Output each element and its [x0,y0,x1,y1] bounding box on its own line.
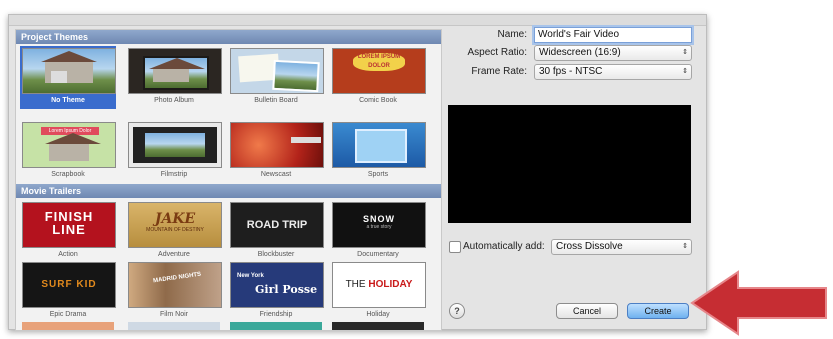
adventure-title: JAKE [154,211,196,227]
trailer-label: Action [58,251,78,258]
epic-drama-thumbnail: SURF KID [22,262,116,308]
trailer-film-noir[interactable]: MADRID NIGHTS Film Noir [126,262,222,318]
sports-thumbnail [332,122,426,168]
blockbuster-thumbnail: ROAD TRIP [230,202,324,248]
trailer-row-3-peek [22,322,114,330]
comic-book-thumbnail: LOREM IPSUM DOLOR [332,48,426,94]
dialog-title-bar [9,15,706,26]
trailer-label: Epic Drama [49,311,87,318]
annotation-arrow-icon [690,270,827,336]
trailer-adventure[interactable]: JAKE MOUNTAIN OF DESTINY Adventure [126,202,222,258]
filmstrip-thumbnail [128,122,222,168]
project-themes-header: Project Themes [16,30,441,44]
action-thumbnail: FINISH LINE [22,202,116,248]
name-field[interactable]: World's Fair Video [534,27,692,43]
frame-rate-popup[interactable]: 30 fps - NTSC ⇕ [534,64,692,80]
newscast-thumbnail [230,122,324,168]
photo-album-thumbnail [128,48,222,94]
auto-add-popup[interactable]: Cross Dissolve ⇕ [551,239,692,255]
aspect-ratio-value: Widescreen (16:9) [539,47,621,58]
documentary-title: SNOW [363,214,395,224]
help-button[interactable]: ? [449,303,465,319]
theme-comic-book[interactable]: LOREM IPSUM DOLOR Comic Book [330,48,426,104]
trailer-holiday[interactable]: THE HOLIDAY Holiday [330,262,426,318]
aspect-ratio-label: Aspect Ratio: [467,47,527,58]
documentary-subtitle: a true story [366,224,392,230]
theme-filmstrip[interactable]: Filmstrip [126,122,222,178]
theme-no-theme[interactable]: No Theme [20,46,116,109]
trailer-label: Adventure [158,251,190,258]
theme-label: Photo Album [154,97,194,104]
holiday-title: HOLIDAY [368,279,413,290]
auto-add-label: Automatically add: [463,241,545,252]
frame-rate-label: Frame Rate: [471,66,527,77]
create-button[interactable]: Create [627,303,689,319]
trailer-friendship[interactable]: New York Girl Posse Friendship [228,262,324,318]
movie-trailers-header: Movie Trailers [16,184,441,198]
name-label: Name: [497,29,527,40]
trailer-row-3-peek [332,322,424,330]
documentary-thumbnail: SNOW a true story [332,202,426,248]
theme-label: Filmstrip [160,171,188,178]
trailer-action[interactable]: FINISH LINE Action [20,202,116,258]
theme-label: Bulletin Board [254,97,298,104]
popup-arrows-icon: ⇕ [682,49,688,56]
trailer-label: Film Noir [160,311,188,318]
new-project-dialog: Project Themes No Theme Photo Album Bull… [8,14,707,331]
trailer-blockbuster[interactable]: ROAD TRIP Blockbuster [228,202,324,258]
trailer-label: Blockbuster [257,251,295,258]
holiday-thumbnail: THE HOLIDAY [332,262,426,308]
friendship-title: Girl Posse [255,283,318,296]
theme-label: Newscast [260,171,292,178]
auto-add-checkbox[interactable] [449,241,461,253]
bulletin-board-thumbnail [230,48,324,94]
trailer-label: Holiday [366,311,390,318]
friendship-kicker: New York [237,273,264,279]
friendship-thumbnail: New York Girl Posse [230,262,324,308]
aspect-ratio-popup[interactable]: Widescreen (16:9) ⇕ [534,45,692,61]
popup-arrows-icon: ⇕ [682,68,688,75]
trailer-documentary[interactable]: SNOW a true story Documentary [330,202,426,258]
theme-newscast[interactable]: Newscast [228,122,324,178]
holiday-prefix: THE [345,279,366,290]
theme-label: Sports [367,171,389,178]
trailer-row-3-peek [230,322,322,330]
film-noir-title: MADRID NIGHTS [152,271,202,285]
trailer-label: Friendship [259,311,293,318]
cancel-button[interactable]: Cancel [556,303,618,319]
frame-rate-value: 30 fps - NTSC [539,66,603,77]
trailer-label: Documentary [357,251,399,258]
theme-label: No Theme [51,97,85,104]
theme-label: Scrapbook [51,171,85,178]
theme-label: Comic Book [359,97,397,104]
theme-photo-album[interactable]: Photo Album [126,48,222,104]
scrapbook-thumbnail: Lorem Ipsum Dolor [22,122,116,168]
theme-scrapbook[interactable]: Lorem Ipsum Dolor Scrapbook [20,122,116,178]
theme-bulletin-board[interactable]: Bulletin Board [228,48,324,104]
theme-preview [448,105,691,223]
adventure-thumbnail: JAKE MOUNTAIN OF DESTINY [128,202,222,248]
popup-arrows-icon: ⇕ [682,243,688,250]
theme-sports[interactable]: Sports [330,122,426,178]
comic-caption: LOREM IPSUM DOLOR [353,53,405,71]
auto-add-value: Cross Dissolve [556,241,623,252]
trailer-epic-drama[interactable]: SURF KID Epic Drama [20,262,116,318]
action-title-line-2: LINE [52,222,86,237]
adventure-subtitle: MOUNTAIN OF DESTINY [146,227,204,233]
film-noir-thumbnail: MADRID NIGHTS [128,262,222,308]
trailer-row-3-peek [128,322,220,330]
theme-browser[interactable]: Project Themes No Theme Photo Album Bull… [15,29,442,331]
no-theme-thumbnail [22,48,116,94]
